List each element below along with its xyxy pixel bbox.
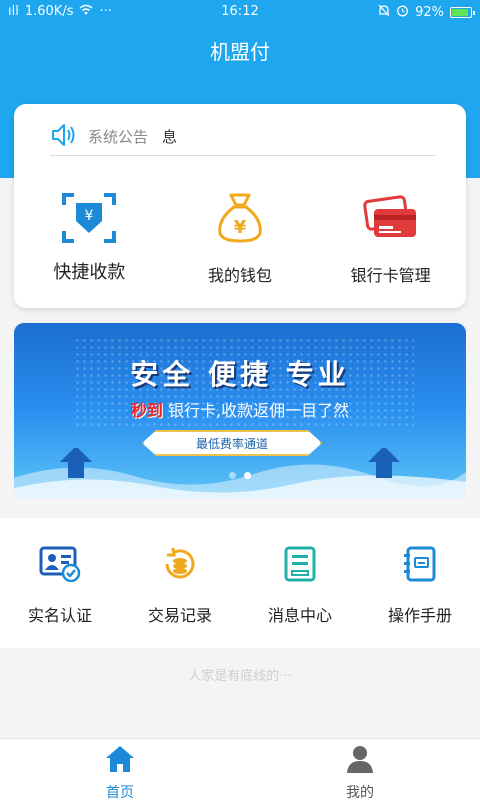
message-document-icon bbox=[282, 546, 318, 586]
banner-pagination bbox=[14, 472, 466, 479]
user-icon bbox=[344, 744, 376, 778]
user-manual-label: 操作手册 bbox=[387, 606, 452, 625]
function-menu: 实名认证 交易记录 消息中心 操作手册 bbox=[0, 518, 480, 648]
page-title: 机盟付 bbox=[210, 40, 270, 64]
list-end-hint: 人家是有底线的··· bbox=[188, 669, 292, 684]
tab-home-label: 首页 bbox=[106, 785, 134, 800]
tab-mine[interactable]: 我的 bbox=[240, 739, 480, 800]
alarm-icon bbox=[396, 4, 409, 21]
banner-subtitle-text: 银行卡,收款返佣一目了然 bbox=[168, 401, 350, 420]
money-bag-icon: ¥ bbox=[210, 188, 270, 248]
bottom-tab-bar: 首页 我的 bbox=[0, 738, 480, 800]
id-card-verified-icon bbox=[39, 546, 81, 586]
notice-text: 息 bbox=[162, 128, 178, 146]
banner-dot-active[interactable] bbox=[244, 472, 251, 479]
status-bar: ıll 1.60K/s ··· 16:12 92% bbox=[0, 0, 480, 24]
home-icon bbox=[104, 744, 136, 778]
tab-home[interactable]: 首页 bbox=[0, 739, 240, 800]
bank-cards-icon bbox=[361, 188, 421, 248]
quick-collect-button[interactable]: ¥ 快捷收款 bbox=[14, 188, 165, 286]
battery-percent: 92% bbox=[415, 5, 444, 20]
promo-banner[interactable]: 安全 便捷 专业 秒到 银行卡,收款返佣一目了然 最低费率通道 bbox=[14, 323, 466, 498]
coin-history-icon bbox=[161, 546, 199, 586]
banner-title: 安全 便捷 专业 bbox=[130, 358, 350, 391]
tab-mine-label: 我的 bbox=[346, 785, 374, 800]
svg-text:¥: ¥ bbox=[234, 217, 247, 238]
notice-label: 系统公告 bbox=[88, 128, 149, 146]
transaction-records-button[interactable]: 交易记录 bbox=[120, 518, 240, 648]
bank-card-manage-button[interactable]: 银行卡管理 bbox=[315, 188, 466, 286]
real-name-auth-button[interactable]: 实名认证 bbox=[0, 518, 120, 648]
message-center-button[interactable]: 消息中心 bbox=[240, 518, 360, 648]
banner-dot[interactable] bbox=[229, 472, 236, 479]
speaker-icon bbox=[50, 122, 78, 152]
transaction-records-label: 交易记录 bbox=[147, 606, 212, 625]
my-wallet-button[interactable]: ¥ 我的钱包 bbox=[165, 188, 316, 286]
banner-highlight: 秒到 bbox=[130, 401, 163, 420]
status-right: 92% bbox=[378, 4, 475, 21]
message-center-label: 消息中心 bbox=[267, 606, 332, 625]
banner-subtitle: 秒到 银行卡,收款返佣一目了然 bbox=[14, 397, 466, 421]
bell-off-icon bbox=[378, 4, 390, 21]
quick-actions-row: ¥ 快捷收款 ¥ 我的钱包 银行卡管理 bbox=[14, 188, 466, 286]
user-manual-button[interactable]: 操作手册 bbox=[360, 518, 480, 648]
my-wallet-label: 我的钱包 bbox=[208, 266, 273, 285]
battery-icon bbox=[450, 7, 475, 18]
svg-text:¥: ¥ bbox=[85, 208, 94, 224]
system-notice-bar[interactable]: 系统公告 息 bbox=[50, 118, 436, 156]
quick-collect-label: 快捷收款 bbox=[53, 262, 126, 283]
qr-scan-yuan-icon: ¥ bbox=[59, 188, 119, 248]
quick-actions-card: 系统公告 息 ¥ 快捷收款 ¥ 我的钱包 银行卡管理 bbox=[14, 104, 466, 308]
real-name-auth-label: 实名认证 bbox=[27, 606, 92, 625]
bank-card-manage-label: 银行卡管理 bbox=[350, 266, 431, 285]
manual-book-icon bbox=[402, 546, 438, 586]
